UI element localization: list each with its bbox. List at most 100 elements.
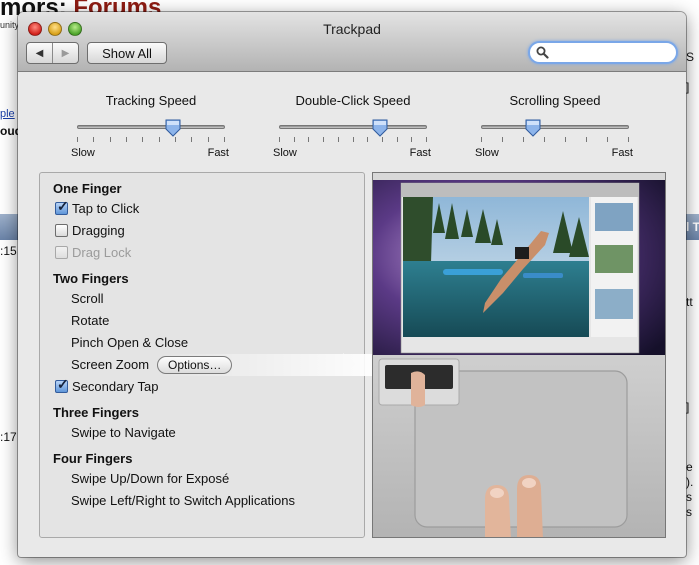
two-fingers-heading: Two Fingers [53, 271, 129, 286]
slider-tick [382, 137, 383, 142]
tap-to-click-checkbox[interactable]: Tap to Click [55, 198, 364, 219]
bg-text-fragment[interactable]: ple [0, 108, 15, 120]
slider-tick [142, 137, 143, 142]
selected-row-pointer [343, 353, 355, 375]
slider-tick [224, 137, 225, 142]
bg-text-fragment: :17 [0, 430, 17, 444]
slider-track[interactable] [279, 125, 427, 129]
search-field[interactable] [528, 41, 678, 64]
secondary-tap-checkbox[interactable]: Secondary Tap [55, 376, 364, 397]
slider-tick [586, 137, 587, 142]
gesture-screen-zoom[interactable]: Screen Zoom Options… [71, 356, 364, 374]
slider-tick [565, 137, 566, 142]
slider-max-label: Fast [409, 147, 431, 159]
slider-label: Scrolling Speed [509, 93, 601, 108]
dragging-checkbox[interactable]: Dragging [55, 223, 364, 241]
gesture-pinch[interactable]: Pinch Open & Close [71, 335, 364, 353]
checkbox-label[interactable]: Tap to Click [72, 201, 139, 216]
tracking-speed-slider[interactable]: Tracking Speed Slow Fast [71, 92, 229, 162]
slider-tick [426, 137, 427, 142]
slider-tick [367, 137, 368, 142]
slider-thumb-icon[interactable] [372, 119, 388, 137]
three-fingers-heading: Three Fingers [53, 405, 139, 420]
slider-tick [411, 137, 412, 142]
slider-ticks [481, 137, 629, 143]
bg-text-fragment: s [686, 505, 692, 519]
slider-tick [323, 137, 324, 142]
bg-text-fragment: l T [686, 220, 699, 234]
slider-track[interactable] [77, 125, 225, 129]
double-click-speed-slider[interactable]: Double-Click Speed Slow Fast [273, 92, 431, 162]
slider-thumb-icon[interactable] [165, 119, 181, 137]
bg-text-fragment: :15 [0, 244, 17, 258]
bg-text-fragment: ] [686, 80, 690, 94]
forward-arrow-icon[interactable]: ▶ [52, 43, 78, 63]
gesture-swipe-switch-apps[interactable]: Swipe Left/Right to Switch Applications [71, 493, 364, 511]
slider-max-label: Fast [611, 147, 633, 159]
slider-tick [353, 137, 354, 142]
scrolling-speed-slider[interactable]: Scrolling Speed Slow Fast [475, 92, 633, 162]
slider-thumb-icon[interactable] [525, 119, 541, 137]
slider-tick [279, 137, 280, 142]
slider-min-label: Slow [273, 147, 297, 159]
slider-tick [93, 137, 94, 142]
screen-zoom-options-button[interactable]: Options… [157, 356, 233, 374]
search-input[interactable] [552, 44, 672, 61]
slider-label: Double-Click Speed [295, 93, 411, 108]
slider-tick [338, 137, 339, 142]
slider-tick [308, 137, 309, 142]
search-icon [536, 46, 549, 59]
checkbox-checked-icon[interactable] [55, 376, 69, 393]
slider-tick [607, 137, 608, 142]
one-finger-heading: One Finger [53, 181, 122, 196]
slider-tick [191, 137, 192, 142]
slider-max-label: Fast [207, 147, 229, 159]
slider-tick [502, 137, 503, 142]
bg-text-fragment: S [686, 50, 695, 64]
gesture-swipe-expose[interactable]: Swipe Up/Down for Exposé [71, 471, 364, 489]
bg-text-fragment: tt [686, 295, 693, 309]
slider-ticks [279, 137, 427, 143]
window-title: Trackpad [323, 21, 381, 37]
checkbox-disabled-icon [55, 246, 68, 259]
checkbox-label: Drag Lock [72, 245, 132, 260]
four-fingers-heading: Four Fingers [53, 451, 133, 466]
gesture-scroll[interactable]: Scroll [71, 291, 364, 309]
gesture-swipe-navigate[interactable]: Swipe to Navigate [71, 425, 364, 443]
checkbox-unchecked-icon[interactable] [55, 224, 68, 237]
slider-tick [481, 137, 482, 142]
trackpad-preferences-window: Trackpad ◀ ▶ Show All Tracking Speed Slo… [18, 12, 686, 557]
slider-tick [175, 137, 176, 142]
gesture-preview-video [372, 172, 666, 538]
slider-tick [397, 137, 398, 142]
forum-subtitle: unity [0, 20, 20, 30]
slider-tick [294, 137, 295, 142]
slider-tick [523, 137, 524, 142]
gestures-panel: One Finger Tap to Click Dragging Drag Lo… [39, 172, 378, 538]
checkbox-label[interactable]: Dragging [72, 223, 125, 238]
gesture-rotate[interactable]: Rotate [71, 313, 364, 331]
drag-lock-checkbox: Drag Lock [55, 245, 364, 263]
slider-tick [544, 137, 545, 142]
slider-min-label: Slow [71, 147, 95, 159]
checkbox-checked-icon[interactable] [55, 198, 69, 215]
slider-tick [208, 137, 209, 142]
show-all-button[interactable]: Show All [87, 42, 167, 64]
bg-text-fragment: ] [686, 400, 690, 414]
slider-tick [110, 137, 111, 142]
slider-tick [126, 137, 127, 142]
bg-text-fragment: e [686, 460, 693, 474]
slider-track[interactable] [481, 125, 629, 129]
slider-tick [628, 137, 629, 142]
checkbox-label[interactable]: Secondary Tap [72, 379, 159, 394]
slider-min-label: Slow [475, 147, 499, 159]
back-arrow-icon[interactable]: ◀ [27, 43, 52, 63]
gesture-screen-zoom-label[interactable]: Screen Zoom [71, 357, 149, 372]
slider-tick [159, 137, 160, 142]
slider-label: Tracking Speed [105, 93, 197, 108]
bg-text-fragment: s [686, 490, 692, 504]
slider-ticks [77, 137, 225, 143]
window-toolbar: Trackpad ◀ ▶ Show All [18, 12, 686, 72]
preview-illustration [373, 173, 665, 537]
bg-text-fragment: ). [686, 475, 694, 489]
